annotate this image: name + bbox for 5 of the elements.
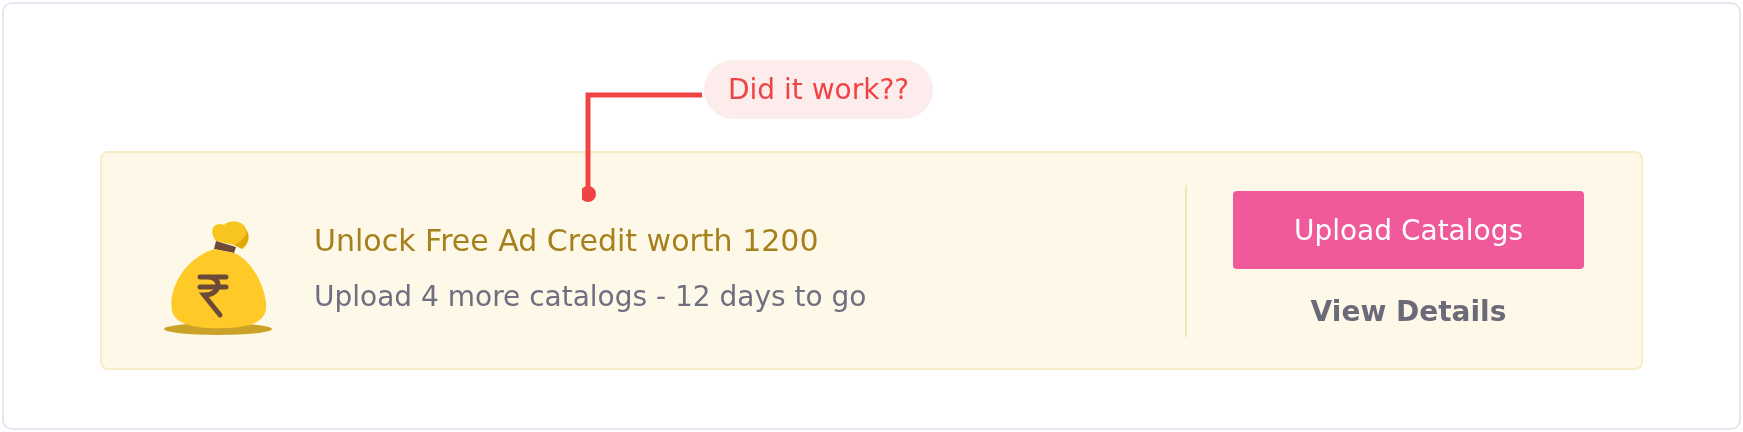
- view-details-link[interactable]: View Details: [1310, 295, 1507, 328]
- annotation-bubble: Did it work??: [704, 60, 934, 119]
- upload-catalogs-button[interactable]: Upload Catalogs: [1233, 191, 1584, 269]
- banner-subtitle: Upload 4 more catalogs - 12 days to go: [314, 279, 868, 313]
- banner-title: Unlock Free Ad Credit worth 1200: [314, 222, 820, 258]
